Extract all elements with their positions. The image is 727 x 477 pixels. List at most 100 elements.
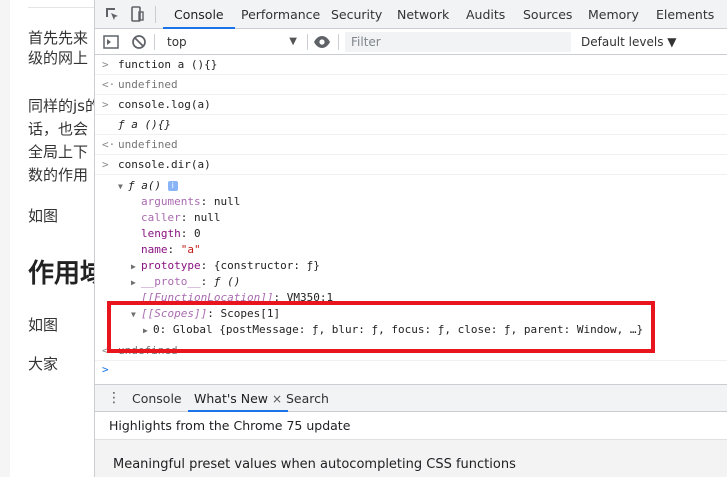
expanded-arrow-icon[interactable]: ▼ <box>131 307 141 323</box>
tab-memory[interactable]: Memory <box>588 0 639 29</box>
tree-prop: name: "a" <box>141 243 201 256</box>
clear-console-icon[interactable] <box>130 33 148 51</box>
prop-key: [[FunctionLocation]] <box>141 291 274 304</box>
prop-key: arguments <box>141 195 201 208</box>
result-arrow-icon: <· <box>102 344 116 357</box>
prompt-chevron-icon: > <box>102 363 109 376</box>
collapsed-arrow-icon[interactable]: ▶ <box>143 323 153 339</box>
tab-sources[interactable]: Sources <box>523 0 572 29</box>
prop-key: length <box>141 227 181 240</box>
prop-value: null <box>213 195 241 208</box>
prop-key: caller <box>141 211 181 224</box>
drawer-tab-whats-new[interactable]: What's New × <box>188 385 289 412</box>
context-selector[interactable]: top ▼ <box>161 32 301 52</box>
article-line: 全局上下 <box>28 143 89 161</box>
console-input-line: > console.log(a) <box>95 95 727 115</box>
devtools-panel: Console Performance Security Network Aud… <box>94 0 727 477</box>
drawer-tab-search[interactable]: Search <box>286 385 329 412</box>
context-selector-value: top <box>167 35 187 49</box>
prop-value: VM350:1 <box>286 291 334 304</box>
article-line: 首先先来 <box>28 29 89 47</box>
log-levels-dropdown[interactable]: Default levels ▼ <box>581 32 677 52</box>
console-result-line: <· undefined <box>95 75 727 95</box>
sidebar-toggle-icon[interactable] <box>102 33 120 51</box>
article-line: 话，也会 <box>28 120 89 138</box>
prop-value: {constructor: ƒ} <box>213 259 320 272</box>
tree-prop-scopes[interactable]: ▼ [[Scopes]]: Scopes[1] <box>95 306 727 322</box>
article-line: 级的网上 <box>28 49 89 67</box>
result-arrow-icon: <· <box>102 138 116 151</box>
article-line: 如图 <box>28 207 59 225</box>
tab-network[interactable]: Network <box>397 0 449 29</box>
filterbar-divider <box>154 34 155 50</box>
prompt-chevron-icon: > <box>102 158 109 171</box>
chevron-down-icon: ▼ <box>289 36 297 47</box>
tree-prop: caller: null <box>141 211 221 224</box>
console-input-line: > function a (){} <box>95 55 727 75</box>
eye-icon[interactable] <box>313 33 331 51</box>
tab-performance[interactable]: Performance <box>241 0 320 29</box>
tab-elements[interactable]: Elements <box>656 0 714 29</box>
prop-key: __proto__ <box>141 275 201 288</box>
prop-value: "a" <box>180 243 201 256</box>
tree-scope-item[interactable]: ▶ 0: Global {postMessage: ƒ, blur: ƒ, foc… <box>95 322 727 338</box>
prop-key: [[Scopes]] <box>141 307 208 320</box>
console-text: function a (){} <box>118 58 218 71</box>
article-line: 大家 <box>28 355 59 373</box>
tree-prop: length: 0 <box>141 227 201 240</box>
tab-console[interactable]: Console <box>163 0 235 29</box>
drawer-tab-console[interactable]: Console <box>132 385 182 412</box>
tree-prop[interactable]: ▶ prototype: {constructor: ƒ} <box>95 258 727 274</box>
article-line: 数的作用 <box>28 166 89 184</box>
whats-new-content: Meaningful preset values when autocomple… <box>95 440 727 477</box>
console-text: undefined <box>118 138 178 151</box>
drawer-tabbar: ⋮ Console What's New × Search <box>95 384 727 412</box>
prop-value: ƒ () <box>213 275 241 288</box>
console-result-line: <· undefined <box>95 135 727 155</box>
prop-key: name <box>141 243 168 256</box>
tab-security[interactable]: Security <box>331 0 382 29</box>
console-output[interactable]: > function a (){} <· undefined > console… <box>95 55 727 380</box>
scope-item-text: 0: Global {postMessage: ƒ, blur: ƒ, focu… <box>153 323 644 336</box>
console-result-line: <· undefined <box>95 341 727 361</box>
tree-prop[interactable]: ▶ __proto__: ƒ () <box>95 274 727 290</box>
console-text: undefined <box>118 344 178 357</box>
more-options-icon[interactable]: ⋮ <box>107 390 121 406</box>
prop-value: Scopes[1] <box>220 307 281 320</box>
console-text: console.log(a) <box>118 98 211 111</box>
drawer-tab-label: What's New <box>194 391 269 406</box>
toolbar-divider <box>155 6 156 23</box>
article-line: 同样的js的 <box>28 97 100 115</box>
prop-value: 0 <box>194 227 201 240</box>
prompt-chevron-icon: > <box>102 58 109 71</box>
filter-input[interactable] <box>345 32 571 52</box>
tab-audits[interactable]: Audits <box>466 0 505 29</box>
console-prompt[interactable]: > <box>95 360 727 380</box>
filterbar-divider <box>307 34 308 50</box>
expanded-arrow-icon[interactable]: ▼ <box>118 179 128 195</box>
prop-key: prototype <box>141 259 201 272</box>
tree-prop: arguments: null <box>141 195 241 208</box>
close-icon[interactable]: × <box>272 392 282 406</box>
prompt-chevron-icon: > <box>102 98 109 111</box>
inspect-element-icon[interactable] <box>103 5 121 23</box>
info-icon[interactable]: i <box>167 181 178 191</box>
devtools-tabbar: Console Performance Security Network Aud… <box>95 0 727 29</box>
console-text: console.dir(a) <box>118 158 211 171</box>
tree-root-label: ƒ a() <box>128 179 162 192</box>
console-text: undefined <box>118 78 178 91</box>
device-toolbar-icon[interactable] <box>128 5 146 23</box>
filterbar-divider <box>338 34 339 50</box>
whats-new-item[interactable]: Meaningful preset values when autocomple… <box>113 457 516 472</box>
collapsed-arrow-icon[interactable]: ▶ <box>131 259 141 275</box>
console-log-line: ƒ a (){} <box>95 115 727 135</box>
prop-value: null <box>194 211 221 224</box>
whats-new-header: Highlights from the Chrome 75 update <box>95 412 727 440</box>
console-text: ƒ a (){} <box>118 118 171 131</box>
tree-root[interactable]: ▼ ƒ a() i <box>95 178 727 194</box>
result-arrow-icon: <· <box>102 78 116 91</box>
tree-prop: [[FunctionLocation]]: VM350:1 <box>141 291 334 304</box>
console-filterbar: top ▼ Default levels ▼ <box>95 29 727 55</box>
collapsed-arrow-icon[interactable]: ▶ <box>131 275 141 291</box>
console-input-line: > console.dir(a) <box>95 155 727 175</box>
